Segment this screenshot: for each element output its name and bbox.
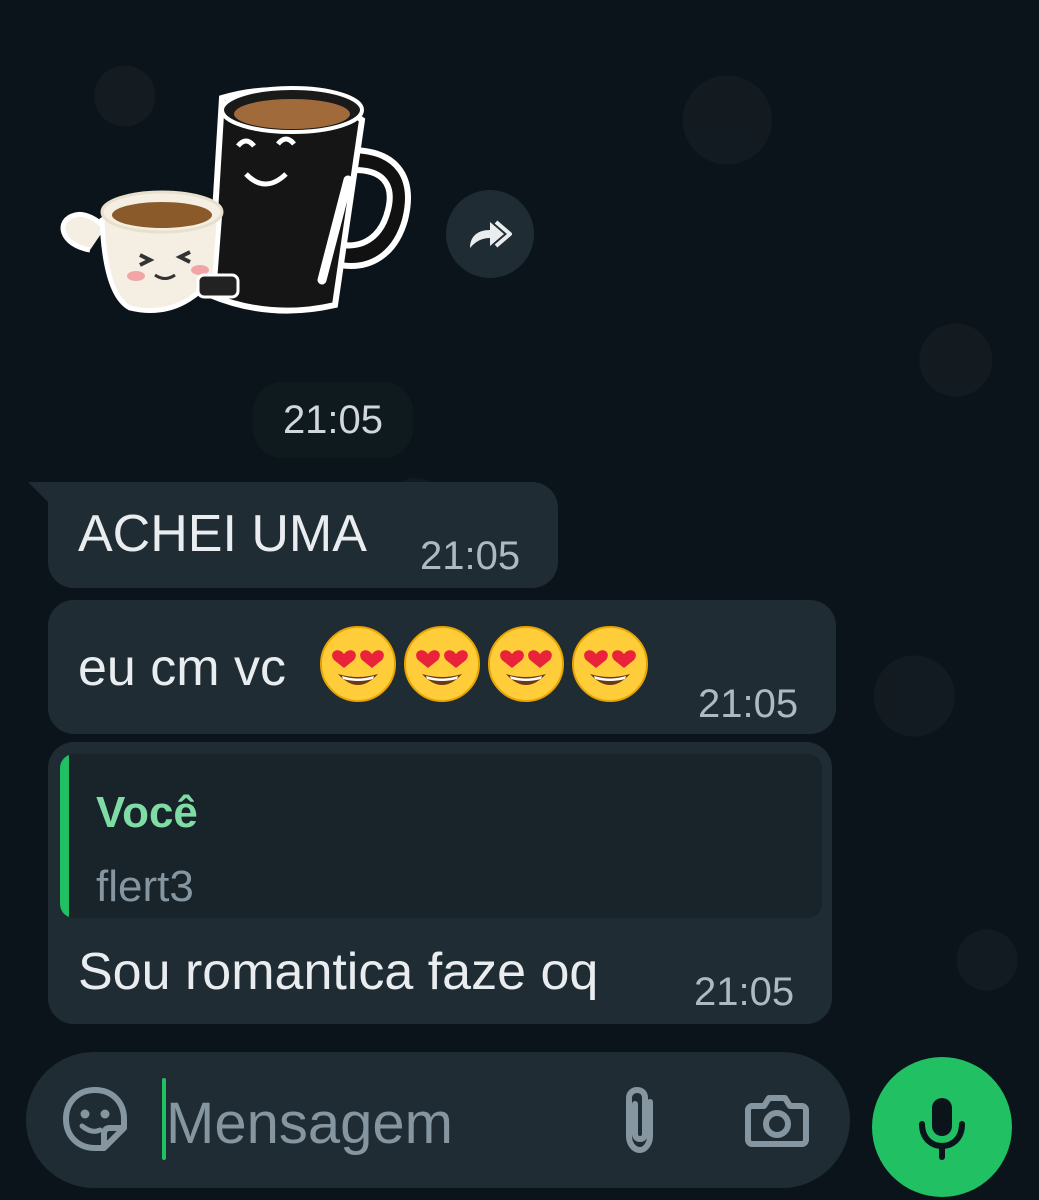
message-input[interactable]: Mensagem <box>166 1090 453 1157</box>
quote-author: Você <box>96 788 198 837</box>
microphone-icon <box>919 1098 965 1160</box>
heart-eyes-emoji <box>488 626 564 702</box>
voice-message-button[interactable] <box>872 1057 1012 1197</box>
heart-eyes-emoji <box>572 626 648 702</box>
heart-eyes-emoji <box>404 626 480 702</box>
sticker-icon[interactable] <box>60 1084 130 1154</box>
camera-icon[interactable] <box>744 1086 810 1152</box>
forward-icon <box>470 220 512 248</box>
message-bubble[interactable]: eu cm vc 21:05 <box>48 600 836 734</box>
white-cup <box>60 190 240 313</box>
message-text: eu cm vc <box>78 639 287 697</box>
quote-text: flert3 <box>96 862 194 911</box>
emoji-row <box>318 624 650 704</box>
message-text: ACHEI UMA <box>78 505 367 563</box>
paperclip-icon[interactable] <box>614 1084 666 1156</box>
message-bubble[interactable]: ACHEI UMA 21:05 <box>48 482 558 588</box>
heart-eyes-emoji <box>320 626 396 702</box>
coffee-mugs-sticker[interactable] <box>50 70 430 330</box>
message-bubble[interactable]: Você flert3 Sou romantica faze oq 21:05 <box>48 742 832 1024</box>
message-time: 21:05 <box>694 970 795 1014</box>
forward-button[interactable] <box>446 190 534 278</box>
message-time: 21:05 <box>420 534 521 578</box>
message-composer[interactable]: Mensagem <box>26 1052 850 1188</box>
bubble-tail <box>28 482 50 504</box>
quoted-message[interactable]: Você flert3 <box>60 754 822 918</box>
quote-accent-bar <box>60 754 69 918</box>
sticker-timestamp: 21:05 <box>253 382 413 458</box>
message-time: 21:05 <box>698 682 799 726</box>
message-text: Sou romantica faze oq <box>78 943 599 1001</box>
black-mug <box>206 86 411 314</box>
